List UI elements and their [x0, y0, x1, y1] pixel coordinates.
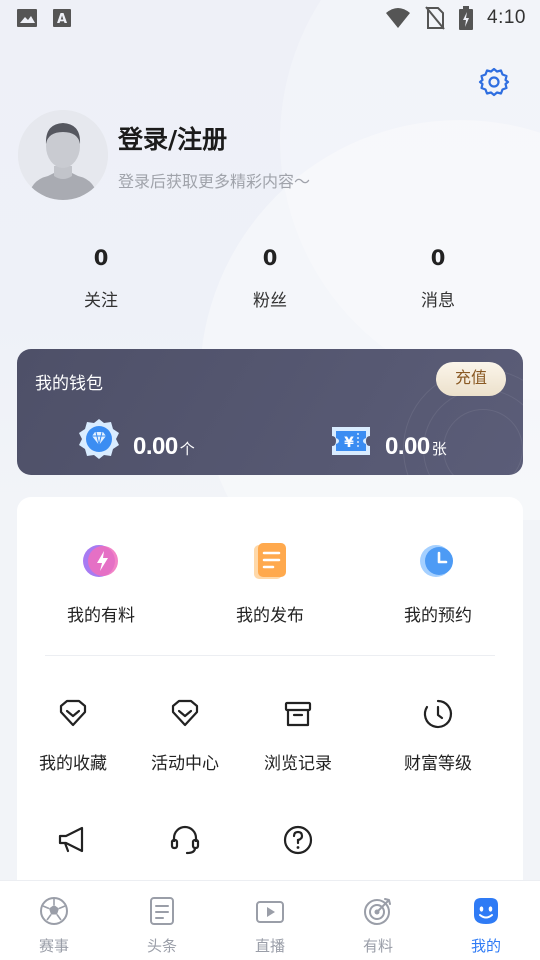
menu-label: 活动中心 [151, 754, 219, 774]
stat-fans[interactable]: 0 粉丝 [210, 246, 330, 311]
history-clock-icon [423, 699, 453, 729]
wifi-icon [386, 8, 411, 28]
ticket-unit: 张 [431, 440, 447, 458]
stat-value: 0 [430, 246, 446, 270]
play-icon [256, 901, 284, 923]
smile-face-icon [474, 898, 498, 924]
bottom-tab-bar: 赛事 头条 直播 有料 我的 [0, 880, 540, 960]
tab-headlines[interactable]: 头条 [108, 881, 216, 960]
menu-activity-center[interactable]: 活动中心 [130, 697, 240, 774]
megaphone-icon [58, 826, 84, 853]
gear-icon [478, 67, 510, 97]
menu-label: 我的有料 [67, 606, 135, 626]
document-icon [254, 543, 286, 579]
recharge-button[interactable]: 充值 [436, 362, 506, 396]
login-subtitle: 登录后获取更多精彩内容～ [118, 172, 311, 191]
stat-label: 粉丝 [253, 291, 287, 311]
menu-favorites[interactable]: 我的收藏 [18, 697, 128, 774]
avatar[interactable] [18, 110, 108, 200]
stat-value: 0 [262, 246, 278, 270]
default-avatar-icon [18, 110, 108, 200]
headset-icon [170, 825, 200, 855]
no-sim-icon [425, 6, 445, 30]
stats-row: 0 关注 0 粉丝 0 消息 [0, 246, 540, 316]
status-time: 4:10 [487, 7, 526, 28]
heart-shield-icon [59, 699, 87, 727]
image-icon [17, 9, 37, 27]
tab-mine[interactable]: 我的 [432, 881, 540, 960]
menu-label: 我的发布 [236, 606, 304, 626]
wallet-card[interactable]: 我的钱包 充值 0.00 个 ¥ 0.00 张 [17, 349, 523, 475]
menu-my-youliao[interactable]: 我的有料 [41, 539, 161, 626]
menu-my-reservations[interactable]: 我的预约 [378, 539, 498, 626]
question-icon [283, 825, 313, 855]
svg-text:¥: ¥ [344, 435, 354, 451]
wallet-title: 我的钱包 [35, 374, 103, 394]
menu-label: 我的预约 [404, 606, 472, 626]
diamond-badge-icon [79, 419, 119, 459]
stat-following[interactable]: 0 关注 [41, 246, 161, 311]
tab-youliao[interactable]: 有料 [324, 881, 432, 960]
wallet-ticket[interactable]: ¥ 0.00 张 [329, 421, 447, 461]
menu-label: 财富等级 [404, 754, 472, 774]
status-left: A [16, 8, 72, 28]
news-icon [150, 897, 174, 925]
stat-value: 0 [93, 246, 109, 270]
tab-label: 有料 [362, 937, 393, 955]
menu-label: 浏览记录 [264, 754, 332, 774]
heart-shield-icon [171, 699, 199, 727]
diamond-unit: 个 [179, 440, 195, 458]
tab-label: 直播 [254, 937, 285, 955]
status-bar: A 4:10 [0, 0, 540, 36]
status-right: 4:10 [385, 6, 526, 30]
menu-label: 我的收藏 [39, 754, 107, 774]
tab-live[interactable]: 直播 [216, 881, 324, 960]
clock-icon [420, 545, 453, 577]
tab-label: 头条 [146, 937, 177, 955]
stat-messages[interactable]: 0 消息 [378, 246, 498, 311]
settings-button[interactable] [478, 66, 510, 98]
menu-wealth-level[interactable]: 财富等级 [383, 697, 493, 774]
box-icon [284, 701, 312, 727]
target-icon [364, 898, 391, 925]
soccer-ball-icon [40, 897, 68, 925]
menu-browse-history[interactable]: 浏览记录 [243, 697, 353, 774]
stat-label: 消息 [421, 291, 455, 311]
divider [45, 655, 495, 656]
menu-card: 我的有料 我的发布 我的预约 我的收藏 活动中心 浏览记录 财富等级 [17, 497, 523, 917]
stat-label: 关注 [84, 291, 118, 311]
ticket-value: 0.00 [385, 433, 430, 460]
text-app-icon: A [53, 9, 71, 27]
lightning-coin-icon [83, 545, 118, 577]
svg-text:A: A [57, 12, 67, 27]
battery-charging-icon [459, 6, 474, 30]
tab-label: 我的 [470, 937, 501, 955]
ticket-icon: ¥ [332, 427, 370, 455]
menu-my-posts[interactable]: 我的发布 [210, 539, 330, 626]
diamond-value: 0.00 [133, 433, 178, 460]
tab-matches[interactable]: 赛事 [0, 881, 108, 960]
wallet-diamond[interactable]: 0.00 个 [77, 419, 195, 461]
login-register-link[interactable]: 登录/注册 [118, 120, 227, 156]
tab-label: 赛事 [38, 937, 69, 955]
